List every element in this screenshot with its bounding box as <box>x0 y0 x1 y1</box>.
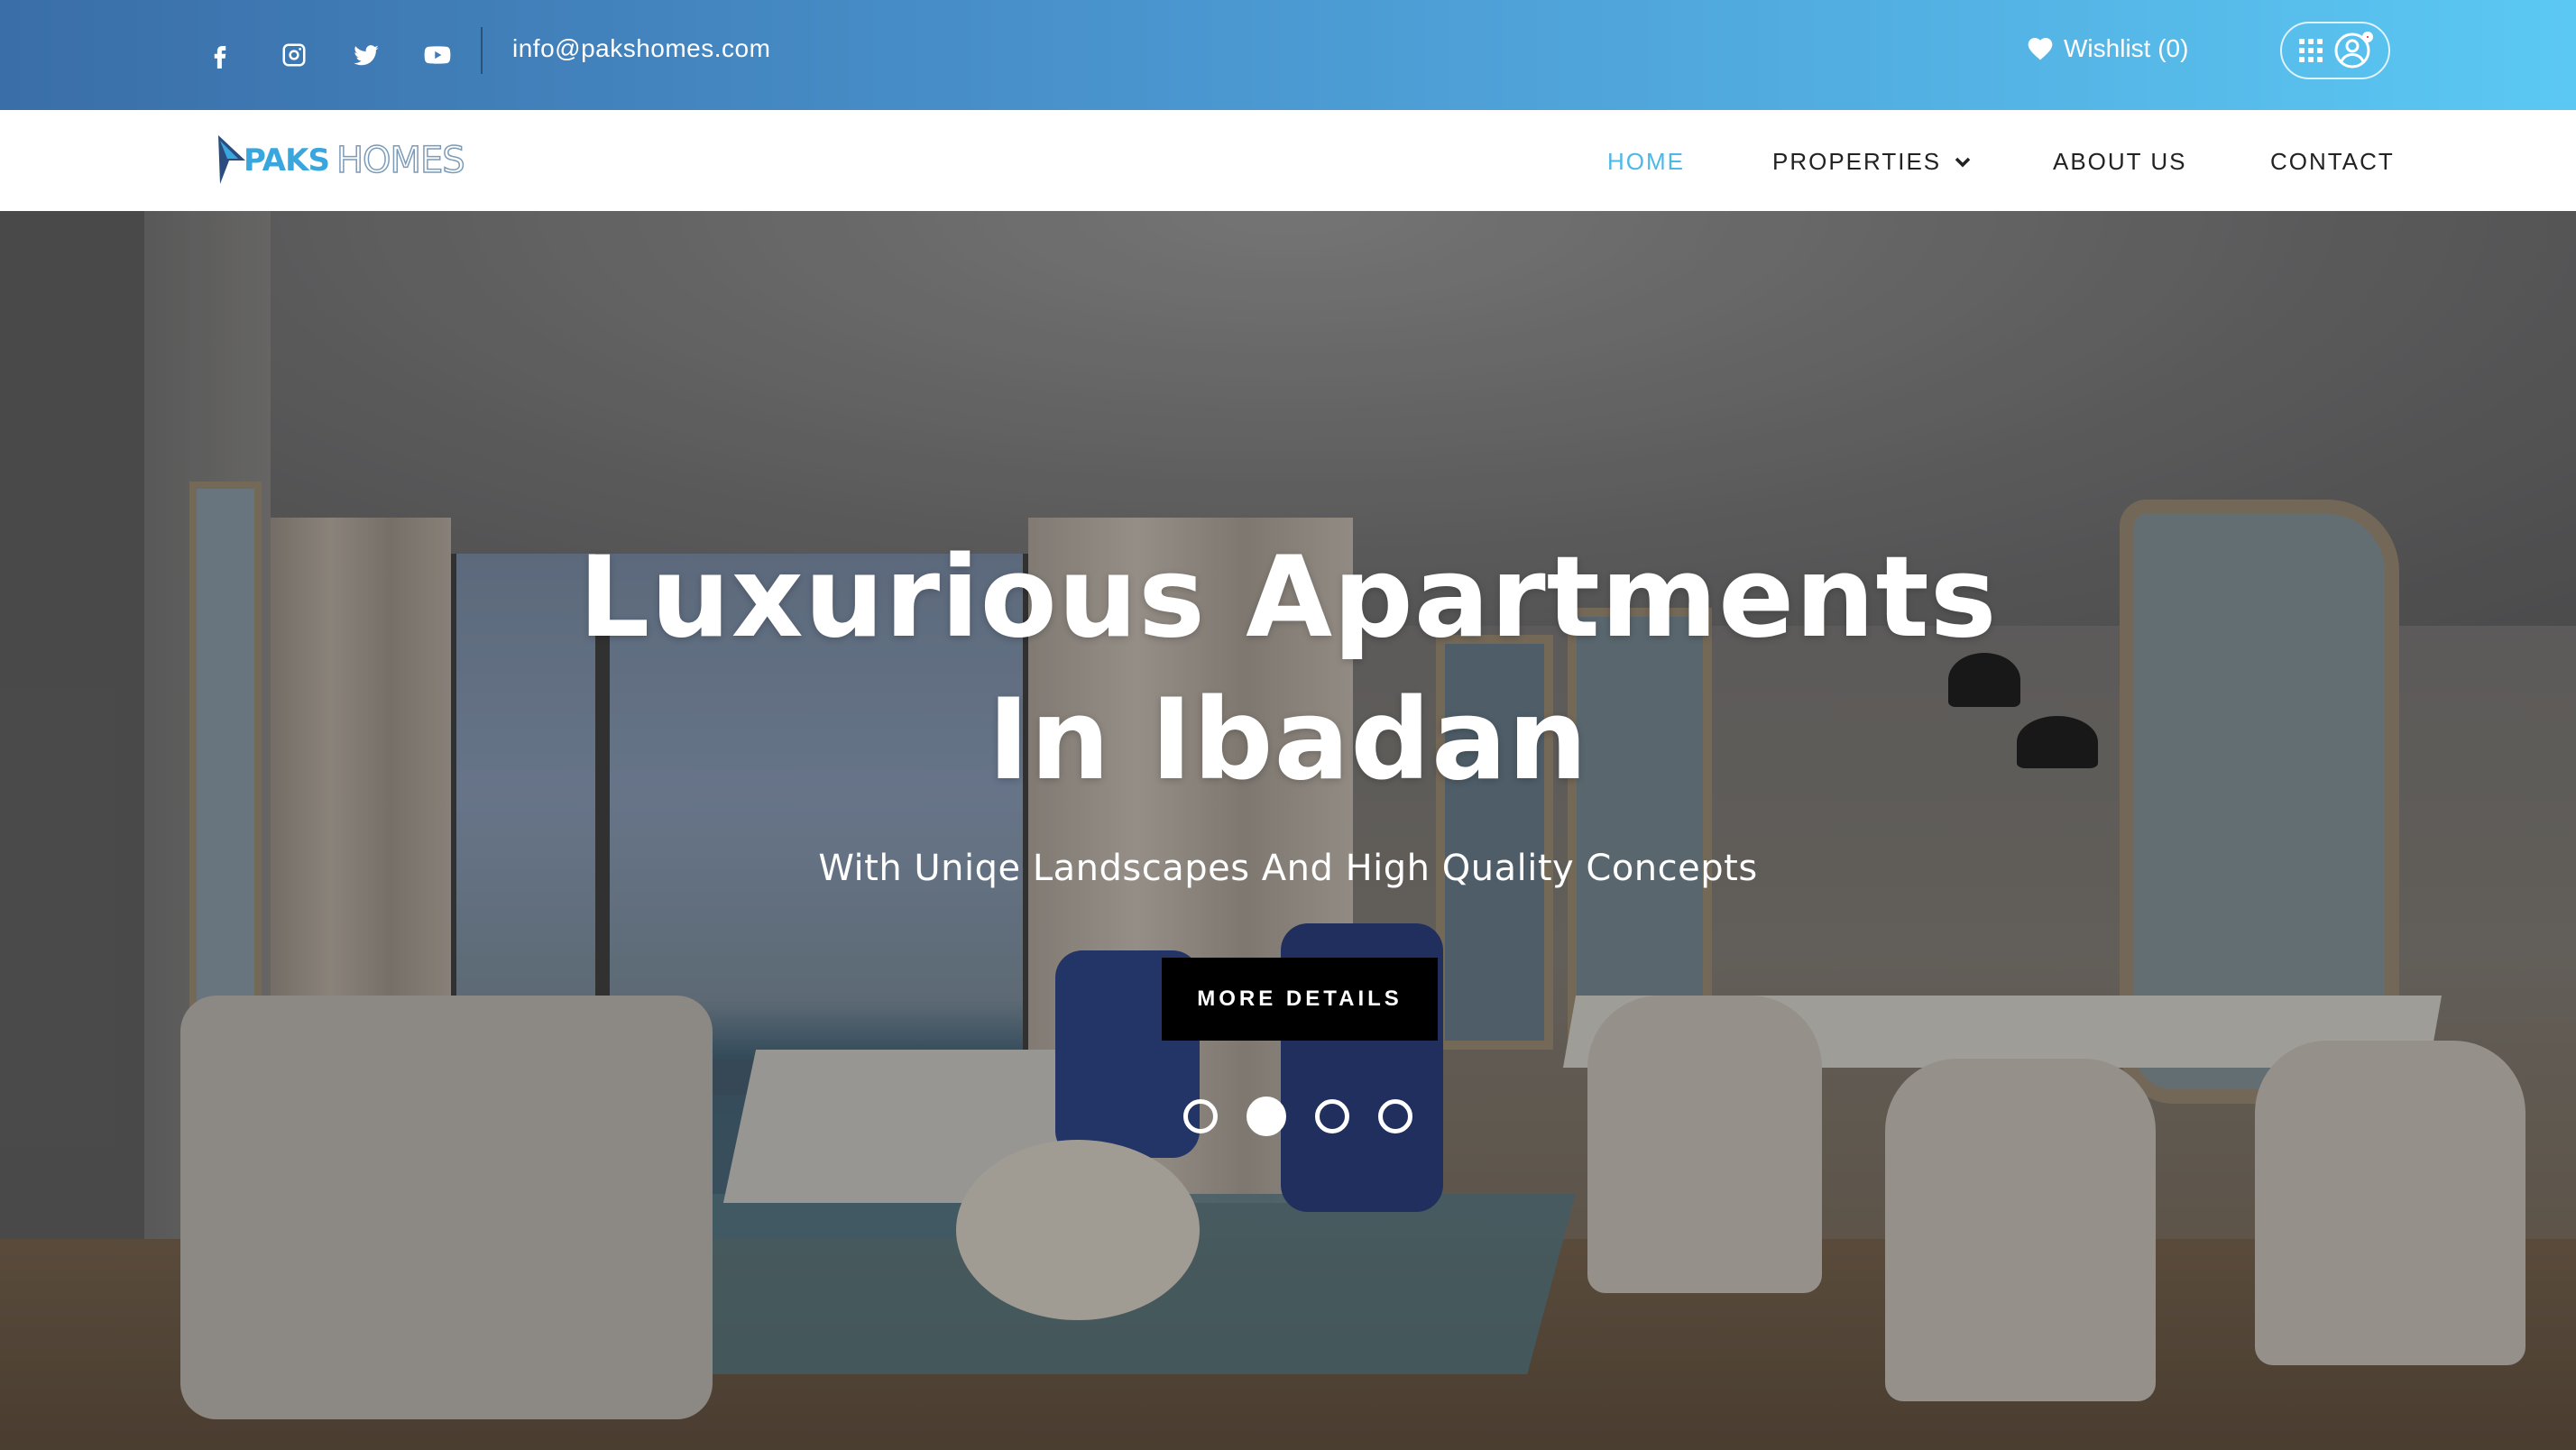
nav-home[interactable]: HOME <box>1607 148 1685 176</box>
main-navbar: PAKS HOMES HOME PROPERTIES ABOUT US CONT… <box>0 110 2576 211</box>
slider-dot-3[interactable] <box>1315 1099 1349 1133</box>
hero-title: Luxurious Apartments In Ibadan <box>0 527 2576 812</box>
wishlist-link[interactable]: Wishlist (0) <box>2026 34 2188 63</box>
contact-email-link[interactable]: info@pakshomes.com <box>512 34 770 63</box>
nav-contact[interactable]: CONTACT <box>2270 148 2395 176</box>
youtube-icon[interactable] <box>412 30 463 80</box>
slider-dot-4[interactable] <box>1378 1099 1412 1133</box>
logo-arrow-icon <box>218 135 245 184</box>
nav-about-us[interactable]: ABOUT US <box>2053 148 2186 176</box>
grid-menu-icon[interactable] <box>2299 39 2323 62</box>
logo-text-homes: HOMES <box>336 139 465 182</box>
facebook-icon[interactable] <box>195 30 245 80</box>
nav-properties-label: PROPERTIES <box>1772 148 1942 175</box>
user-account-icon[interactable] <box>2333 32 2373 69</box>
instagram-icon[interactable] <box>269 30 319 80</box>
hero-title-line2: In Ibadan <box>988 675 1588 805</box>
user-menu-button[interactable] <box>2280 22 2390 79</box>
chevron-down-icon <box>1955 157 1971 167</box>
top-bar: info@pakshomes.com Wishlist (0) <box>0 0 2576 110</box>
hero-subtitle: With Uniqe Landscapes And High Quality C… <box>818 848 1758 889</box>
slider-dot-1[interactable] <box>1183 1099 1218 1133</box>
hero-title-line1: Luxurious Apartments <box>578 533 1998 663</box>
slider-dot-2[interactable] <box>1247 1097 1286 1136</box>
site-logo[interactable]: PAKS HOMES <box>216 132 465 189</box>
wishlist-label: Wishlist (0) <box>2064 34 2189 62</box>
nav-properties[interactable]: PROPERTIES <box>1772 148 1972 176</box>
topbar-divider <box>481 27 483 74</box>
twitter-icon[interactable] <box>341 30 391 80</box>
hero-slider: Luxurious Apartments In Ibadan With Uniq… <box>0 211 2576 1450</box>
heart-icon <box>2028 38 2053 60</box>
notification-dot <box>2362 32 2373 42</box>
slider-pagination <box>1183 1097 1412 1136</box>
logo-text-paks: PAKS <box>244 142 330 179</box>
more-details-button[interactable]: MORE DETAILS <box>1162 958 1438 1041</box>
